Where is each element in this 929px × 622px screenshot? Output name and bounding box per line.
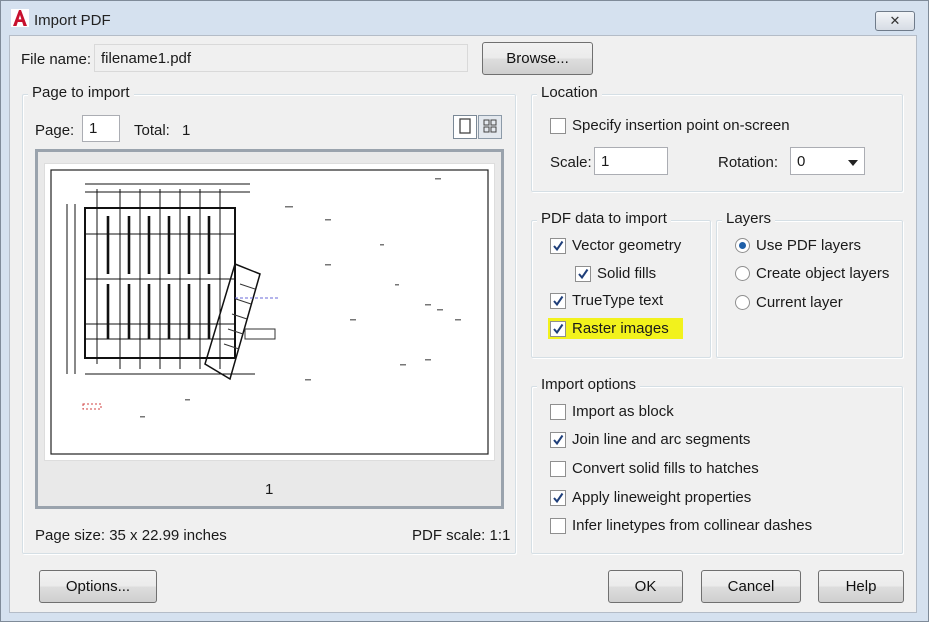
chevron-down-icon xyxy=(848,153,858,170)
checkbox-box xyxy=(550,517,566,534)
ok-button[interactable]: OK xyxy=(608,570,683,603)
vector-geometry-label: Vector geometry xyxy=(572,237,682,254)
rotation-dropdown[interactable]: 0 xyxy=(790,147,865,175)
radio-button xyxy=(735,238,750,253)
import-options-title: Import options xyxy=(537,376,641,393)
solid-fills-checkbox[interactable]: Solid fills xyxy=(575,265,656,282)
check-icon xyxy=(553,434,564,445)
browse-button[interactable]: Browse... xyxy=(482,42,593,75)
apply-lineweight-label: Apply lineweight properties xyxy=(572,489,752,506)
location-title: Location xyxy=(537,84,602,101)
rotation-value: 0 xyxy=(797,152,806,170)
options-button[interactable]: Options... xyxy=(39,570,157,603)
use-pdf-layers-label: Use PDF layers xyxy=(756,237,862,254)
single-page-view-icon xyxy=(459,117,471,137)
current-layer-label: Current layer xyxy=(756,294,843,311)
checkbox-box xyxy=(550,460,566,477)
solid-fills-label: Solid fills xyxy=(597,265,657,282)
use-pdf-layers-radio[interactable]: Use PDF layers xyxy=(735,237,861,254)
pdf-preview-frame[interactable]: 1 xyxy=(35,149,504,509)
thumbnail-grid-icon xyxy=(483,119,497,136)
radio-button xyxy=(735,266,750,281)
convert-fills-checkbox[interactable]: Convert solid fills to hatches xyxy=(550,460,759,477)
apply-lineweight-checkbox[interactable]: Apply lineweight properties xyxy=(550,489,751,506)
current-layer-radio[interactable]: Current layer xyxy=(735,294,843,311)
browse-button-label: Browse... xyxy=(506,50,569,67)
scale-input[interactable]: 1 xyxy=(594,147,668,175)
total-value: 1 xyxy=(182,122,191,139)
pdf-data-title: PDF data to import xyxy=(537,210,671,227)
convert-fills-label: Convert solid fills to hatches xyxy=(572,460,759,477)
truetype-text-checkbox[interactable]: TrueType text xyxy=(550,292,663,309)
vector-geometry-checkbox[interactable]: Vector geometry xyxy=(550,237,681,254)
help-button[interactable]: Help xyxy=(818,570,904,603)
file-name-field[interactable]: filename1.pdf xyxy=(94,44,468,72)
page-to-import-title: Page to import xyxy=(28,84,134,101)
autocad-app-icon xyxy=(11,9,29,27)
page-number-input[interactable]: 1 xyxy=(82,115,120,142)
file-name-value: filename1.pdf xyxy=(101,49,192,67)
create-object-layers-radio[interactable]: Create object layers xyxy=(735,265,889,282)
infer-linetypes-label: Infer linetypes from collinear dashes xyxy=(572,517,813,534)
join-segments-checkbox[interactable]: Join line and arc segments xyxy=(550,431,750,448)
check-icon xyxy=(553,295,564,306)
help-button-label: Help xyxy=(845,578,877,595)
page-number-value: 1 xyxy=(89,120,98,137)
specify-onscreen-checkbox[interactable]: Specify insertion point on-screen xyxy=(550,117,790,134)
checkbox-box xyxy=(550,292,566,309)
single-page-view-button[interactable] xyxy=(453,115,477,139)
layers-title: Layers xyxy=(722,210,776,227)
options-button-label: Options... xyxy=(65,578,131,595)
location-group xyxy=(531,94,903,192)
dialog-body: File name: filename1.pdf Browse... Page … xyxy=(9,35,917,613)
checkbox-box xyxy=(550,117,566,134)
import-as-block-checkbox[interactable]: Import as block xyxy=(550,403,674,420)
specify-onscreen-label: Specify insertion point on-screen xyxy=(572,117,790,134)
page-size-text: Page size: 35 x 22.99 inches xyxy=(35,527,227,544)
close-icon: ✕ xyxy=(889,13,901,28)
checkbox-box xyxy=(575,265,591,282)
check-icon xyxy=(553,323,564,334)
pdf-scale-text: PDF scale: 1:1 xyxy=(412,527,511,544)
floor-plan-drawing xyxy=(50,169,489,455)
check-icon xyxy=(553,492,564,503)
file-name-label: File name: xyxy=(21,51,92,68)
scale-label: Scale: xyxy=(550,154,592,171)
preview-page-number: 1 xyxy=(265,481,274,498)
close-button[interactable]: ✕ xyxy=(875,11,915,31)
truetype-text-label: TrueType text xyxy=(572,292,664,309)
raster-images-label: Raster images xyxy=(572,320,669,337)
check-icon xyxy=(553,240,564,251)
infer-linetypes-checkbox[interactable]: Infer linetypes from collinear dashes xyxy=(550,517,812,534)
title-bar: Import PDF ✕ xyxy=(1,1,928,37)
ok-button-label: OK xyxy=(634,578,657,595)
checkbox-box xyxy=(550,403,566,420)
checkbox-box xyxy=(550,489,566,506)
window-title: Import PDF xyxy=(34,12,111,29)
join-segments-label: Join line and arc segments xyxy=(572,431,751,448)
page-label: Page: xyxy=(35,122,75,139)
import-pdf-dialog: Import PDF ✕ File name: filename1.pdf Br… xyxy=(0,0,929,622)
cancel-button[interactable]: Cancel xyxy=(701,570,801,603)
thumbnail-view-button[interactable] xyxy=(478,115,502,139)
radio-button xyxy=(735,295,750,310)
total-label: Total: xyxy=(134,122,170,139)
scale-value: 1 xyxy=(601,152,610,170)
cancel-button-label: Cancel xyxy=(727,578,775,595)
import-as-block-label: Import as block xyxy=(572,403,674,420)
create-object-layers-label: Create object layers xyxy=(756,265,890,282)
checkbox-box xyxy=(550,237,566,254)
checkbox-box xyxy=(550,431,566,448)
pdf-page-thumbnail xyxy=(44,163,495,461)
checkbox-box xyxy=(550,320,566,337)
check-icon xyxy=(578,268,589,279)
raster-images-checkbox[interactable]: Raster images xyxy=(548,318,683,339)
rotation-label: Rotation: xyxy=(718,154,779,171)
